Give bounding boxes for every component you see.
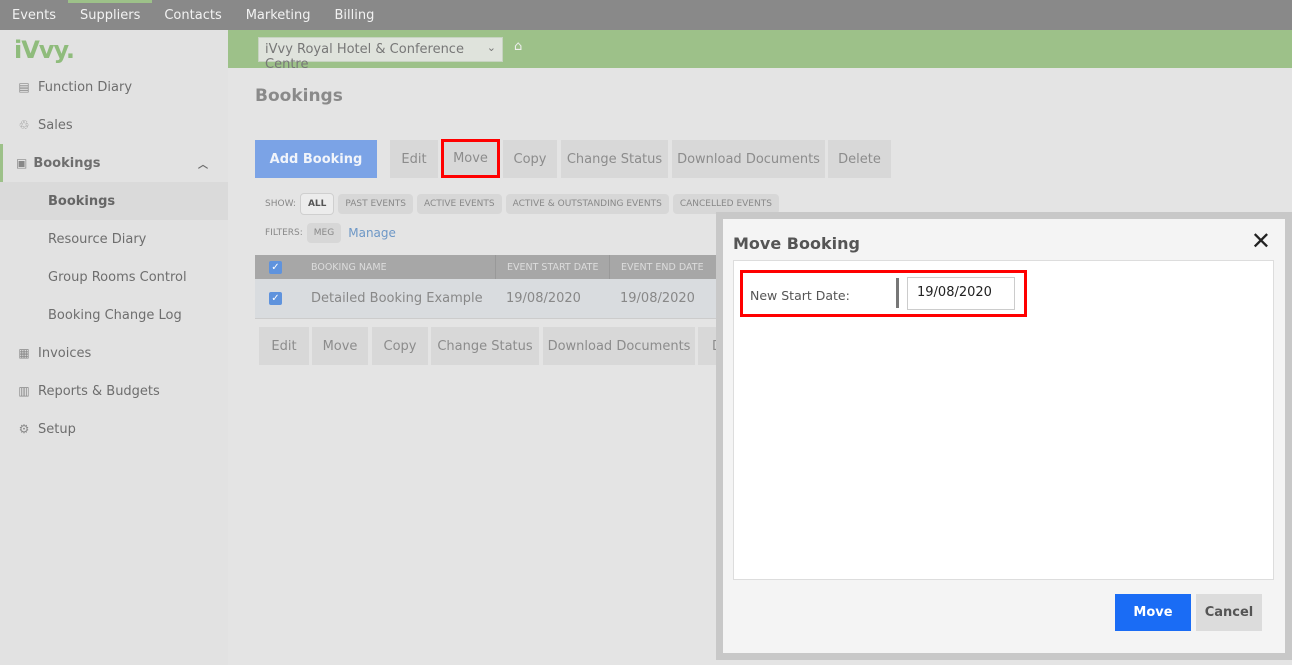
download-documents-button[interactable]: Download Documents: [672, 140, 825, 178]
sidebar-item-reports[interactable]: ▥ Reports & Budgets: [0, 372, 228, 410]
sidebar-item-invoices[interactable]: ▦ Invoices: [0, 334, 228, 372]
sidebar-item-bookings-sub[interactable]: Bookings: [0, 182, 228, 220]
bottom-move-button[interactable]: Move: [312, 327, 368, 365]
new-start-date-field: New Start Date: 19/08/2020: [740, 270, 1027, 317]
topnav-marketing[interactable]: Marketing: [234, 0, 323, 30]
dialog-body: New Start Date: 19/08/2020: [733, 260, 1274, 580]
label: Reports & Budgets: [38, 383, 160, 399]
briefcase-icon: ▣: [16, 155, 28, 170]
booking-name[interactable]: Detailed Booking Example: [311, 279, 483, 318]
chevron-down-icon: ⌄: [486, 41, 496, 54]
venue-select[interactable]: iVvy Royal Hotel & Conference Centre ⌄: [258, 37, 503, 72]
label: Sales: [38, 117, 73, 133]
col-start-date[interactable]: EVENT START DATE: [495, 255, 598, 279]
sales-icon: ♲: [18, 118, 30, 132]
sidebar-item-sales[interactable]: ♲ Sales: [0, 106, 228, 144]
label: Setup: [38, 421, 76, 437]
show-active-outstanding[interactable]: ACTIVE & OUTSTANDING EVENTS: [505, 194, 669, 214]
dialog-move-button[interactable]: Move: [1115, 594, 1191, 631]
sidebar-item-change-log[interactable]: Booking Change Log: [0, 296, 228, 334]
close-icon[interactable]: ✕: [1251, 227, 1271, 255]
bottom-change-status-button[interactable]: Change Status: [431, 327, 539, 365]
label: Function Diary: [38, 79, 133, 95]
new-start-date-label: New Start Date:: [750, 288, 850, 303]
calendar-icon: ▤: [18, 80, 30, 94]
filters-label: FILTERS:: [265, 228, 303, 238]
top-nav: Events Suppliers Contacts Marketing Bill…: [0, 0, 1292, 30]
gear-icon: ⚙: [18, 422, 30, 436]
filter-chip[interactable]: MEG: [306, 223, 342, 243]
start-date: 19/08/2020: [506, 291, 581, 306]
select-all-checkbox[interactable]: ✓: [269, 260, 282, 274]
sidebar-item-bookings[interactable]: ▣ Bookings ︿: [0, 144, 228, 182]
calculator-icon: ▦: [18, 346, 30, 360]
edit-button[interactable]: Edit: [390, 140, 438, 178]
show-filters: SHOW: ALL PAST EVENTS ACTIVE EVENTS ACTI…: [265, 193, 779, 215]
sidebar: iVvy. ▤ Function Diary ♲ Sales ▣ Bookings ︿ …: [0, 30, 228, 665]
show-label: SHOW:: [265, 199, 296, 209]
col-end-date[interactable]: EVENT END DATE: [609, 255, 704, 279]
copy-button[interactable]: Copy: [503, 140, 557, 178]
row-checkbox[interactable]: ✓: [269, 292, 282, 305]
manage-link[interactable]: Manage: [348, 226, 396, 240]
label: Invoices: [38, 345, 92, 361]
table-header: ✓ BOOKING NAME EVENT START DATE EVENT EN…: [255, 255, 725, 279]
show-past[interactable]: PAST EVENTS: [338, 194, 413, 214]
new-start-date-input[interactable]: 19/08/2020: [907, 277, 1015, 310]
delete-button[interactable]: Delete: [828, 140, 891, 178]
home-icon[interactable]: ⌂: [514, 39, 522, 54]
topnav-suppliers[interactable]: Suppliers: [68, 0, 153, 30]
divider: [896, 278, 899, 308]
logo[interactable]: iVvy.: [14, 36, 75, 64]
bottom-copy-button[interactable]: Copy: [372, 327, 428, 365]
label: Bookings: [33, 155, 101, 171]
show-all[interactable]: ALL: [299, 193, 335, 215]
move-booking-dialog: Move Booking ✕ New Start Date: 19/08/202…: [716, 212, 1292, 660]
bottom-download-button[interactable]: Download Documents: [543, 327, 695, 365]
add-booking-button[interactable]: Add Booking: [255, 140, 377, 178]
table-row[interactable]: ✓ Detailed Booking Example 19/08/2020 19…: [255, 279, 725, 319]
chart-icon: ▥: [18, 384, 30, 398]
end-date: 19/08/2020: [620, 291, 695, 306]
dialog-title: Move Booking: [733, 234, 860, 253]
venue-bar: iVvy Royal Hotel & Conference Centre ⌄ ⌂: [228, 30, 1292, 72]
sidebar-item-function-diary[interactable]: ▤ Function Diary: [0, 68, 228, 106]
show-cancelled[interactable]: CANCELLED EVENTS: [672, 194, 779, 214]
page-title: Bookings: [255, 86, 343, 106]
move-button[interactable]: Move: [441, 139, 500, 178]
topnav-billing[interactable]: Billing: [323, 0, 387, 30]
topnav-events[interactable]: Events: [0, 0, 68, 30]
sidebar-item-group-rooms[interactable]: Group Rooms Control: [0, 258, 228, 296]
topnav-contacts[interactable]: Contacts: [152, 0, 233, 30]
col-booking-name[interactable]: BOOKING NAME: [311, 255, 387, 279]
show-active[interactable]: ACTIVE EVENTS: [416, 194, 502, 214]
change-status-button[interactable]: Change Status: [561, 140, 668, 178]
chevron-up-icon: ︿: [198, 159, 208, 171]
dialog-cancel-button[interactable]: Cancel: [1196, 594, 1262, 631]
sidebar-item-resource-diary[interactable]: Resource Diary: [0, 220, 228, 258]
venue-value: iVvy Royal Hotel & Conference Centre: [265, 42, 464, 72]
bottom-edit-button[interactable]: Edit: [259, 327, 309, 365]
filters: FILTERS: MEG Manage: [265, 223, 396, 243]
sidebar-item-setup[interactable]: ⚙ Setup: [0, 410, 228, 448]
